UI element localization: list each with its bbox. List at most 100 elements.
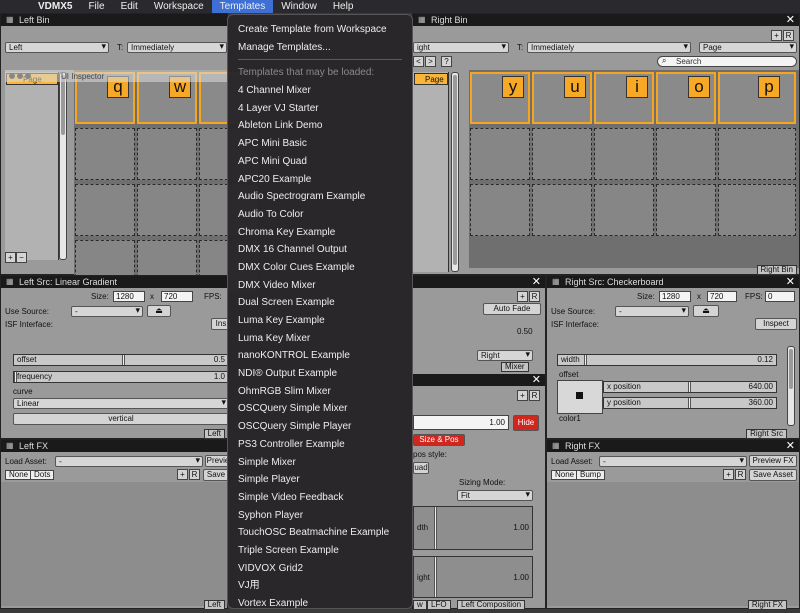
close-icon[interactable]: ✕ <box>786 13 795 26</box>
grip-icon[interactable]: ▦ <box>552 441 560 450</box>
prev-page-button[interactable]: < <box>413 56 424 67</box>
clip-slot[interactable] <box>594 184 654 236</box>
slider-knob[interactable] <box>584 355 587 365</box>
reset-button[interactable]: R <box>529 291 540 302</box>
clip-slot[interactable] <box>718 184 796 236</box>
grip-icon[interactable]: ▦ <box>6 441 14 450</box>
quad-button[interactable]: uad <box>413 462 429 474</box>
load-asset-select[interactable]: - <box>55 456 203 467</box>
preview-fx-button[interactable]: Preview FX <box>749 455 797 467</box>
transition-select[interactable]: Immediately <box>127 42 227 53</box>
menu-item-template[interactable]: PS3 Controller Example <box>228 436 412 454</box>
clip-slot[interactable] <box>594 128 654 180</box>
reset-button[interactable]: R <box>529 390 540 401</box>
size-pos-tab[interactable]: Size & Pos <box>413 434 465 446</box>
menu-item-template[interactable]: APC Mini Quad <box>228 153 412 171</box>
grip-icon[interactable]: ▦ <box>552 277 560 286</box>
fx-tab-dots[interactable]: Dots <box>30 470 55 480</box>
close-icon[interactable]: ✕ <box>786 439 795 452</box>
clip-slot[interactable]: y <box>470 72 530 124</box>
bin-mode-select[interactable]: ight <box>413 42 509 53</box>
menu-item-template[interactable]: nanoKONTROL Example <box>228 347 412 365</box>
right-src-footer-tab[interactable]: Right Src <box>746 429 787 439</box>
menu-item-template[interactable]: APC20 Example <box>228 171 412 189</box>
width-slider[interactable]: width 0.12 <box>557 354 777 366</box>
menu-templates[interactable]: Templates <box>211 0 274 13</box>
menu-item-template[interactable]: OSCQuery Simple Player <box>228 418 412 436</box>
add-fx-button[interactable]: + <box>723 469 734 480</box>
left-bin-titlebar[interactable]: ▦ Left Bin <box>1 14 227 26</box>
save-asset-button[interactable]: Save Asset <box>749 469 797 481</box>
clip-slot[interactable] <box>137 128 197 180</box>
menu-item-template[interactable]: DMX 16 Channel Output <box>228 241 412 259</box>
menu-item-template[interactable]: VJ用 <box>228 577 412 595</box>
x-position-slider[interactable]: x position 640.00 <box>603 381 777 393</box>
menu-file[interactable]: File <box>80 0 112 13</box>
menu-item-template[interactable]: DMX Video Mixer <box>228 277 412 295</box>
menu-workspace[interactable]: Workspace <box>146 0 212 13</box>
clip-slot[interactable]: p <box>718 72 796 124</box>
auto-fade-button[interactable]: Auto Fade <box>483 303 541 315</box>
height-slider[interactable]: ight 1.00 <box>413 556 533 598</box>
help-button[interactable]: ? <box>441 56 452 67</box>
menu-item-template[interactable]: Ableton Link Demo <box>228 117 412 135</box>
menu-item-manage-templates[interactable]: Manage Templates... <box>228 39 412 57</box>
add-button[interactable]: + <box>771 30 782 41</box>
menu-item-template[interactable]: VIDVOX Grid2 <box>228 560 412 578</box>
clip-slot[interactable] <box>532 184 592 236</box>
menu-app-name[interactable]: VDMX5 <box>30 0 80 13</box>
menu-item-template[interactable]: OhmRGB Slim Mixer <box>228 383 412 401</box>
right-select[interactable]: Right <box>477 350 533 361</box>
clip-slot[interactable]: u <box>532 72 592 124</box>
y-position-slider[interactable]: y position 360.00 <box>603 397 777 409</box>
save-asset-button[interactable]: Save <box>203 469 229 481</box>
eject-button[interactable]: ⏏ <box>693 305 719 317</box>
clip-slot[interactable] <box>75 184 135 236</box>
clip-slot[interactable] <box>137 184 197 236</box>
reset-fx-button[interactable]: R <box>735 469 746 480</box>
hide-button[interactable]: Hide <box>513 415 539 431</box>
sizing-mode-select[interactable]: Fit <box>457 490 533 501</box>
use-source-select[interactable]: - <box>71 306 143 317</box>
opacity-field[interactable]: 1.00 <box>413 415 509 430</box>
window-controls[interactable] <box>9 73 31 79</box>
clip-slot[interactable] <box>470 184 530 236</box>
slider-knob[interactable] <box>434 507 437 549</box>
slider-knob[interactable] <box>122 355 125 365</box>
offset-slider[interactable]: offset 0.5 <box>13 354 229 366</box>
reset-fx-button[interactable]: R <box>189 469 200 480</box>
height-field[interactable]: 720 <box>161 291 193 302</box>
right-bin-titlebar[interactable]: ▦ Right Bin ✕ <box>413 14 799 26</box>
right-src-titlebar[interactable]: ▦ Right Src: Checkerboard ✕ <box>547 276 799 288</box>
menu-item-template[interactable]: 4 Layer VJ Starter <box>228 100 412 118</box>
menu-item-template[interactable]: Chroma Key Example <box>228 224 412 242</box>
clip-slot[interactable] <box>532 128 592 180</box>
menu-item-template[interactable]: NDI® Output Example <box>228 365 412 383</box>
menu-item-template[interactable]: 4 Channel Mixer <box>228 82 412 100</box>
menu-item-template[interactable]: Vortex Example <box>228 595 412 613</box>
bin-mode-select[interactable]: Left <box>5 42 109 53</box>
menu-item-template[interactable]: Simple Mixer <box>228 454 412 472</box>
frequency-slider[interactable]: frequency 1.0 <box>13 371 229 383</box>
clip-slot[interactable] <box>656 184 716 236</box>
width-slider[interactable]: dth 1.00 <box>413 506 533 550</box>
grip-icon[interactable]: ▦ <box>6 277 14 286</box>
add-page-button[interactable]: + <box>5 252 16 263</box>
curve-select[interactable]: Linear <box>13 398 229 409</box>
clip-slot[interactable] <box>718 128 796 180</box>
next-page-button[interactable]: > <box>425 56 436 67</box>
close-icon[interactable]: ✕ <box>532 373 541 386</box>
menu-edit[interactable]: Edit <box>113 0 146 13</box>
clip-slot[interactable] <box>470 128 530 180</box>
clip-slot[interactable]: i <box>594 72 654 124</box>
load-asset-select[interactable]: - <box>599 456 747 467</box>
page-button[interactable]: Page <box>414 73 448 85</box>
params-scrollbar[interactable] <box>787 346 795 426</box>
left-src-footer-tab[interactable]: Left <box>203 429 225 439</box>
menu-item-template[interactable]: Audio To Color <box>228 206 412 224</box>
page-select[interactable]: Page <box>699 42 797 53</box>
slider-knob[interactable] <box>688 398 691 408</box>
clip-slot[interactable]: o <box>656 72 716 124</box>
search-field[interactable]: ⌕ Search <box>657 56 797 67</box>
remove-page-button[interactable]: − <box>16 252 27 263</box>
